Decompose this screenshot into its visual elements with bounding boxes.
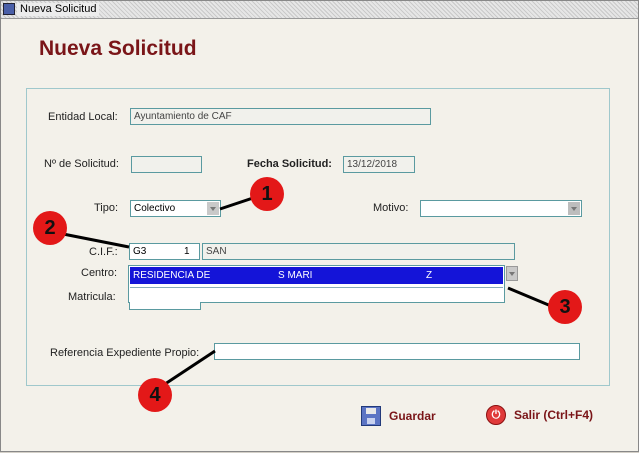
annotation-badge-1: 1 — [250, 177, 284, 211]
annotation-line-2 — [57, 231, 130, 249]
annotation-line-3 — [507, 286, 552, 308]
save-button[interactable]: Guardar — [361, 406, 436, 426]
save-label: Guardar — [389, 409, 436, 423]
floppy-disk-icon — [361, 406, 381, 426]
annotation-badge-2: 2 — [33, 211, 67, 245]
annotation-lines — [57, 195, 552, 390]
annotation-badge-3: 3 — [548, 290, 582, 324]
power-exit-icon: ⏻ — [486, 405, 506, 425]
exit-label: Salir (Ctrl+F4) — [514, 408, 594, 422]
annotation-badge-4: 4 — [138, 378, 172, 412]
exit-button[interactable]: ⏻ Salir (Ctrl+F4) — [486, 405, 593, 425]
app-window: Nueva Solicitud Nueva Solicitud Entidad … — [0, 0, 639, 452]
